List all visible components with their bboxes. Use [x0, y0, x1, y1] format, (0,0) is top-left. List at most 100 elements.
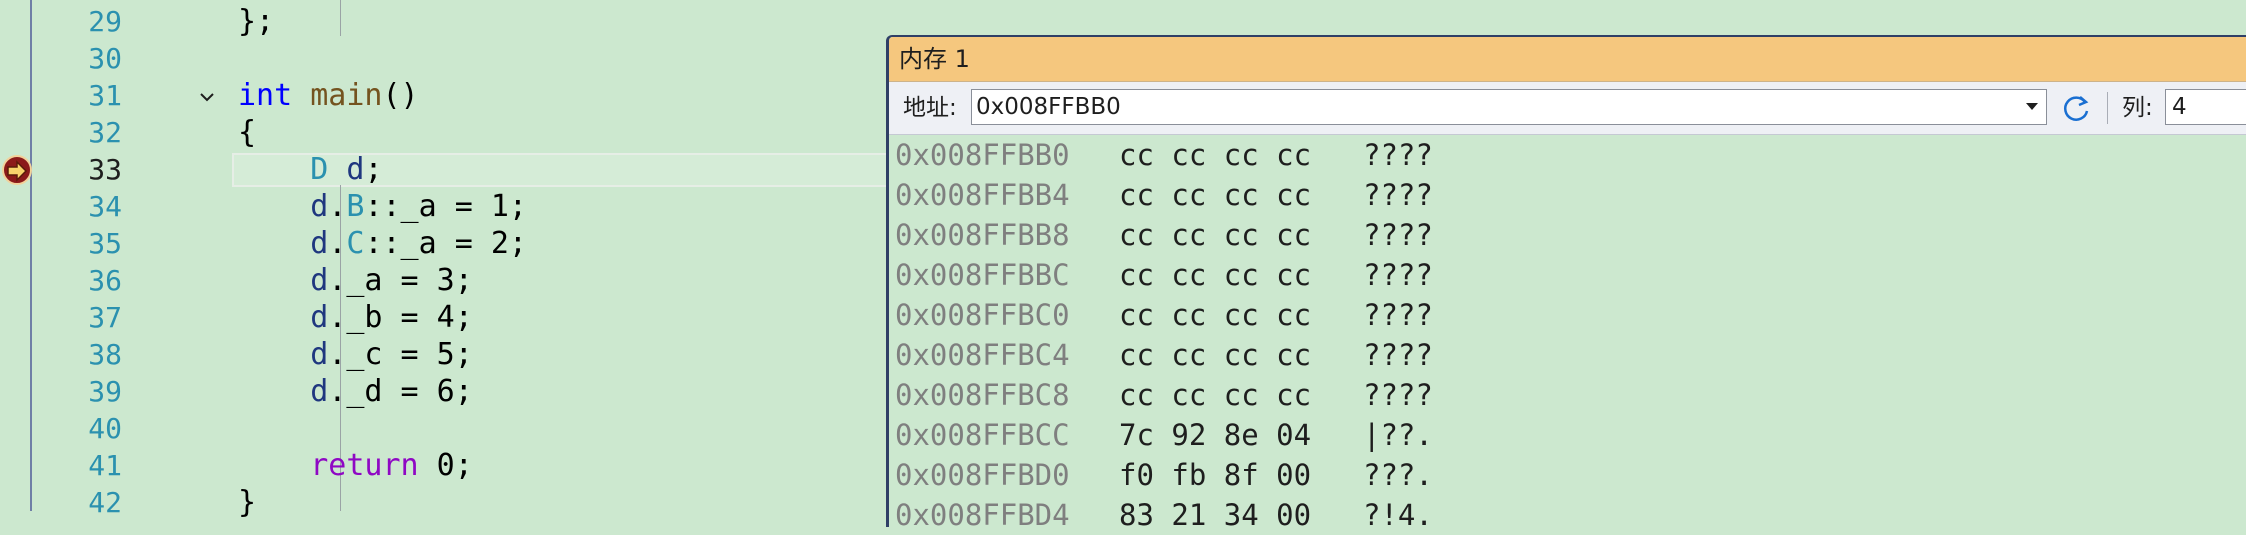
memory-toolbar: 地址: 列: — [889, 82, 2246, 135]
line-number: 29 — [88, 5, 122, 38]
address-label: 地址: — [903, 95, 957, 121]
code-text[interactable]: d.B::_a = 1; — [238, 188, 527, 225]
code-token: . — [328, 226, 347, 261]
code-token: () — [382, 78, 419, 113]
memory-ascii: ???? — [1363, 378, 1433, 412]
line-number: 30 — [88, 42, 122, 75]
code-token: int — [238, 78, 293, 113]
code-token: d — [310, 300, 329, 335]
memory-address: 0x008FFBB0 — [895, 138, 1070, 172]
memory-row[interactable]: 0x008FFBB4 cc cc cc cc???? — [889, 175, 2246, 215]
code-text[interactable]: int main() — [238, 77, 419, 114]
code-token: . — [328, 189, 347, 224]
code-token: { — [238, 115, 257, 150]
code-token: 0; — [418, 448, 473, 483]
code-token: ._d = 6; — [328, 374, 473, 409]
line-number: 36 — [88, 264, 122, 297]
code-text[interactable]: d._c = 5; — [238, 336, 473, 373]
line-number: 39 — [88, 375, 122, 408]
line-number: 40 — [88, 412, 122, 445]
address-combobox[interactable] — [971, 89, 2047, 125]
memory-address: 0x008FFBD4 — [895, 498, 1070, 532]
memory-ascii: ???? — [1363, 258, 1433, 292]
memory-ascii: ???? — [1363, 138, 1433, 172]
code-text[interactable]: d._d = 6; — [238, 373, 473, 410]
code-token: ::_a = 1; — [364, 189, 527, 224]
memory-row[interactable]: 0x008FFBC0 cc cc cc cc???? — [889, 295, 2246, 335]
memory-ascii: ?!4. — [1363, 498, 1433, 532]
code-token: ::_a = 2; — [364, 226, 527, 261]
code-token: ; — [364, 152, 383, 187]
memory-window[interactable]: 内存 1 地址: 列: 0x008FFBB0cc cc cc cc????0x0… — [886, 35, 2246, 532]
memory-bytes: cc cc cc cc — [1119, 258, 1312, 292]
memory-row[interactable]: 0x008FFBD0 f0 fb 8f 00???. — [889, 455, 2246, 495]
code-token: d — [310, 189, 329, 224]
memory-bytes: f0 fb 8f 00 — [1119, 458, 1312, 492]
memory-row[interactable]: 0x008FFBB0 cc cc cc cc???? — [889, 135, 2246, 175]
memory-ascii: ???? — [1363, 178, 1433, 212]
code-text[interactable]: d.C::_a = 2; — [238, 225, 527, 262]
memory-row[interactable]: 0x008FFBC4 cc cc cc cc???? — [889, 335, 2246, 375]
dropdown-arrow-icon[interactable] — [2026, 103, 2038, 110]
memory-window-title-bar[interactable]: 内存 1 — [889, 37, 2246, 82]
memory-rows[interactable]: 0x008FFBB0 cc cc cc cc???? 0x008FFBB4 cc cc… — [889, 135, 2246, 535]
line-number: 31 — [88, 79, 122, 112]
memory-row[interactable]: 0x008FFBCC 7c 92 8e 04 |??. — [889, 415, 2246, 455]
memory-row[interactable]: 0x008FFBC8 cc cc cc cc???? — [889, 375, 2246, 415]
code-text[interactable]: d._b = 4; — [238, 299, 473, 336]
memory-ascii: ???. — [1363, 458, 1433, 492]
memory-address: 0x008FFBC0 — [895, 298, 1070, 332]
memory-bytes: cc cc cc cc — [1119, 178, 1312, 212]
code-text[interactable]: } — [238, 484, 256, 521]
columns-input[interactable] — [2172, 90, 2246, 124]
code-token: C — [346, 226, 365, 261]
memory-ascii: ???? — [1363, 218, 1433, 252]
memory-address: 0x008FFBD0 — [895, 458, 1070, 492]
memory-row[interactable]: 0x008FFBD4 83 21 34 00 ?!4. — [889, 495, 2246, 535]
address-input[interactable] — [976, 90, 2006, 124]
refresh-icon[interactable] — [2059, 92, 2093, 126]
code-token: d — [310, 374, 329, 409]
code-text[interactable]: }; — [238, 3, 274, 40]
memory-address: 0x008FFBB8 — [895, 218, 1070, 252]
memory-bytes: cc cc cc cc — [1119, 378, 1312, 412]
code-text[interactable]: d._a = 3; — [238, 262, 473, 299]
memory-address: 0x008FFBCC — [895, 418, 1070, 452]
memory-ascii: ???? — [1363, 298, 1433, 332]
memory-bytes: 83 21 34 00 — [1119, 498, 1312, 532]
memory-row[interactable]: 0x008FFBBC cc cc cc cc???? — [889, 255, 2246, 295]
memory-bytes: 7c 92 8e 04 — [1119, 418, 1312, 452]
memory-ascii: |??. — [1363, 418, 1433, 452]
code-token: ._c = 5; — [328, 337, 473, 372]
code-token: }; — [238, 4, 275, 39]
line-number: 33 — [88, 153, 122, 186]
line-number: 34 — [88, 190, 122, 223]
line-number: 38 — [88, 338, 122, 371]
code-text[interactable]: return 0; — [238, 447, 473, 484]
memory-bytes: cc cc cc cc — [1119, 138, 1312, 172]
code-token: d — [310, 263, 329, 298]
toolbar-separator — [2107, 92, 2108, 124]
code-token: ._b = 4; — [328, 300, 473, 335]
line-number: 37 — [88, 301, 122, 334]
memory-address: 0x008FFBC8 — [895, 378, 1070, 412]
line-number: 41 — [88, 449, 122, 482]
code-text[interactable]: D d; — [238, 151, 383, 188]
memory-bytes: cc cc cc cc — [1119, 218, 1312, 252]
code-text[interactable]: { — [238, 114, 256, 151]
code-token: D — [310, 152, 329, 187]
line-number: 32 — [88, 116, 122, 149]
memory-row[interactable]: 0x008FFBB8 cc cc cc cc???? — [889, 215, 2246, 255]
code-token: } — [238, 485, 257, 520]
columns-combobox[interactable] — [2165, 89, 2246, 125]
memory-bytes: cc cc cc cc — [1119, 338, 1312, 372]
code-token: main — [310, 78, 383, 113]
